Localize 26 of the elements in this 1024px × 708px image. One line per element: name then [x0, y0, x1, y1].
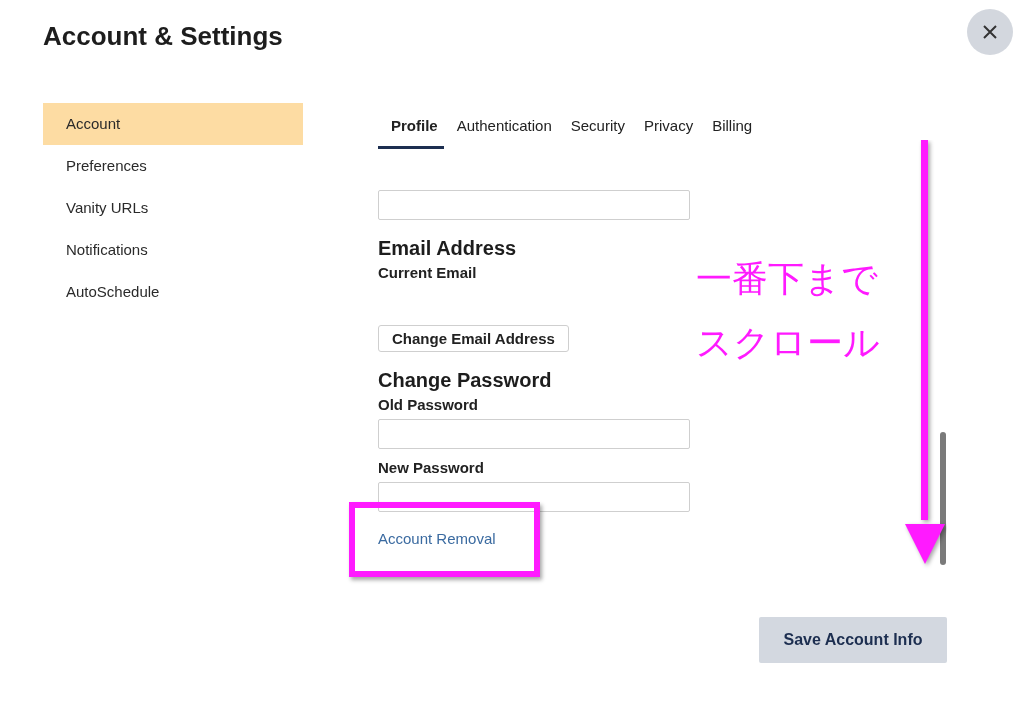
- account-removal-link[interactable]: Account Removal: [378, 530, 496, 548]
- field-label: Current Email: [378, 264, 477, 282]
- close-icon: [982, 24, 998, 40]
- save-button[interactable]: Save Account Info: [759, 617, 947, 663]
- sidebar-item[interactable]: Vanity URLs: [43, 187, 303, 229]
- close-button[interactable]: [967, 9, 1013, 55]
- section-heading: Change Password: [378, 369, 552, 391]
- input-field[interactable]: [378, 419, 690, 449]
- scrollbar-thumb[interactable]: [940, 432, 946, 565]
- sidebar-item[interactable]: Preferences: [43, 145, 303, 187]
- sidebar-item[interactable]: AutoSchedule: [43, 271, 303, 313]
- tab[interactable]: Privacy: [637, 103, 700, 149]
- annotation-text: 一番下まで: [696, 258, 879, 300]
- tab[interactable]: Authentication: [450, 103, 558, 149]
- input-field[interactable]: [378, 190, 690, 220]
- tab[interactable]: Profile: [378, 103, 444, 149]
- annotation-text: スクロール: [696, 322, 880, 364]
- tab[interactable]: Security: [564, 103, 631, 149]
- field-label: Old Password: [378, 396, 479, 414]
- sidebar-item[interactable]: Account: [43, 103, 303, 145]
- section-heading: Email Address: [378, 237, 517, 259]
- window-title: Account & Settings: [43, 20, 283, 53]
- sidebar-item[interactable]: Notifications: [43, 229, 303, 271]
- field-label: New Password: [378, 459, 484, 477]
- tab[interactable]: Billing: [706, 103, 759, 149]
- change-email-button[interactable]: Change Email Address: [378, 325, 569, 352]
